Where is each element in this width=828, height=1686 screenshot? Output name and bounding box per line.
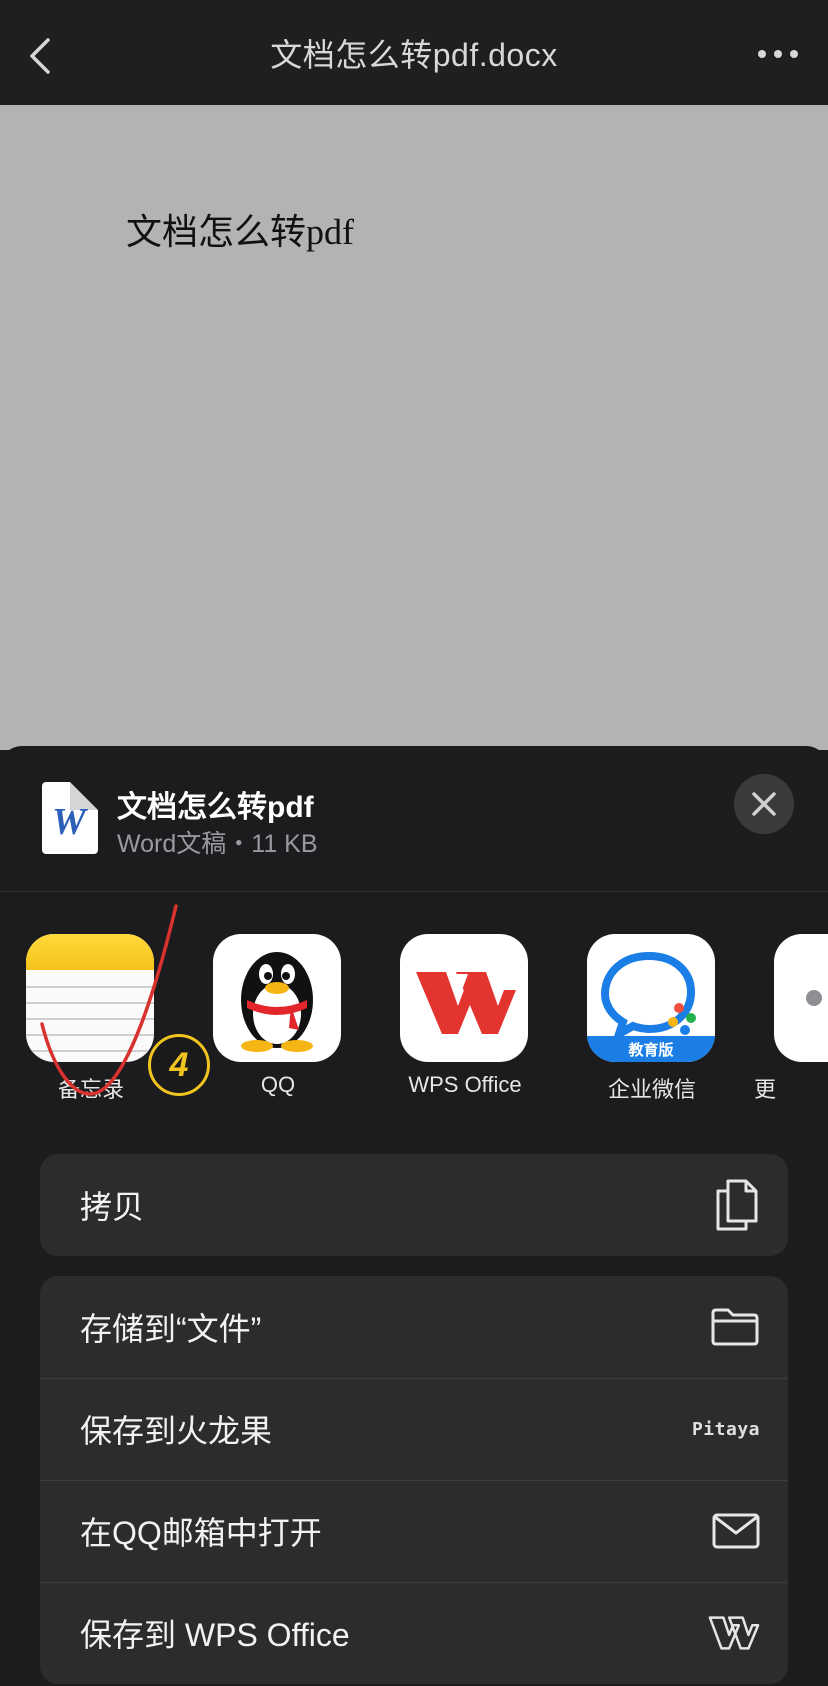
app-label: 企业微信	[607, 1077, 696, 1102]
wps-icon	[708, 1607, 760, 1659]
pitaya-icon: Pitaya	[680, 1403, 760, 1455]
action-group-copy: 拷贝	[40, 1154, 788, 1256]
action-save-to-wps[interactable]: 保存到 WPS Office	[40, 1582, 788, 1684]
more-apps-icon	[774, 934, 828, 1062]
app-wps-office[interactable]: WPS Office	[400, 934, 530, 1097]
qq-app-icon	[213, 934, 341, 1062]
copy-icon	[708, 1179, 760, 1231]
app-label: 更	[754, 1077, 777, 1102]
svg-text:教育版: 教育版	[627, 1041, 673, 1059]
mail-icon	[708, 1505, 760, 1557]
notes-app-icon	[26, 934, 154, 1062]
action-group-save: 存储到“文件” 保存到火龙果 Pitaya 在QQ邮箱中打开 保存到 WPS O…	[40, 1276, 788, 1684]
action-open-in-qq-mail[interactable]: 在QQ邮箱中打开	[40, 1480, 788, 1582]
back-chevron-icon[interactable]	[26, 36, 56, 76]
file-name: 文档怎么转pdf	[117, 791, 314, 824]
action-save-to-pitaya[interactable]: 保存到火龙果 Pitaya	[40, 1378, 788, 1480]
document-preview[interactable]: 文档怎么转pdf	[0, 105, 828, 750]
app-notes[interactable]: 备忘录	[26, 934, 156, 1102]
share-sheet: W 文档怎么转pdf Word文稿・11 KB 备忘录 QQ WPS Offic…	[0, 746, 828, 1686]
share-apps-row: 备忘录 QQ WPS Office 教育版 企业微信 更 4	[0, 904, 828, 1102]
app-wecom[interactable]: 教育版 企业微信	[587, 934, 717, 1102]
close-icon	[752, 792, 776, 816]
action-copy[interactable]: 拷贝	[40, 1154, 788, 1256]
action-label: 存储到“文件”	[80, 1311, 262, 1347]
document-heading: 文档怎么转pdf	[126, 212, 354, 252]
action-label: 拷贝	[80, 1189, 145, 1225]
action-label: 保存到火龙果	[80, 1413, 273, 1449]
more-options-icon[interactable]	[758, 50, 798, 58]
page-title: 文档怎么转pdf.docx	[270, 36, 558, 73]
action-label: 在QQ邮箱中打开	[80, 1515, 322, 1551]
close-button[interactable]	[734, 774, 794, 834]
action-label: 保存到 WPS Office	[80, 1617, 350, 1653]
wecom-app-icon: 教育版	[587, 934, 715, 1062]
annotation-step-badge: 4	[148, 1034, 210, 1096]
app-qq[interactable]: QQ	[213, 934, 343, 1097]
word-document-icon: W	[42, 782, 98, 854]
app-more[interactable]: 更	[754, 934, 828, 1102]
app-label: WPS Office	[408, 1072, 522, 1097]
app-label: QQ	[260, 1072, 296, 1097]
action-save-to-files[interactable]: 存储到“文件”	[40, 1276, 788, 1378]
file-info-header: W 文档怎么转pdf Word文稿・11 KB	[0, 746, 828, 891]
file-meta: Word文稿・11 KB	[117, 830, 318, 858]
pitaya-logo-text: Pitaya	[691, 1418, 760, 1440]
header-divider	[0, 891, 828, 892]
top-nav-bar: 文档怎么转pdf.docx	[0, 0, 828, 105]
folder-icon	[708, 1301, 760, 1353]
wps-office-app-icon	[400, 934, 528, 1062]
